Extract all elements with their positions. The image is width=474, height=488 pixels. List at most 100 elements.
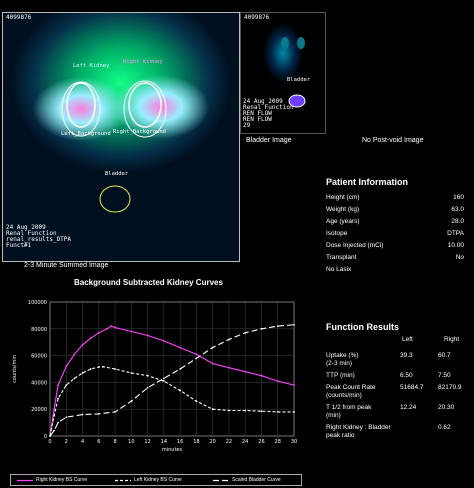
patient-info-row: Height (cm) 160 xyxy=(326,192,464,204)
legend-item: Left Kidney BS Curve xyxy=(115,477,182,483)
data-point xyxy=(57,421,60,424)
function-result-label: TTP (min) xyxy=(326,372,355,379)
data-point xyxy=(260,374,263,377)
data-point xyxy=(146,334,149,337)
data-point xyxy=(228,409,230,412)
data-point xyxy=(110,325,112,328)
data-point xyxy=(73,353,76,356)
summed-kidney-image: 4099876 Left Kidney Right Kidney Left_Ba… xyxy=(2,12,240,262)
function-results-table: Uptake (%) (2-3 min) 39.3 60.7 TTP (min) 6.5… xyxy=(326,352,466,444)
function-result-row: Uptake (%) (2-3 min) 39.3 60.7 xyxy=(326,352,466,372)
data-point xyxy=(81,343,84,346)
function-result-label: Uptake (%) (2-3 min) xyxy=(326,352,359,367)
data-point xyxy=(53,429,55,432)
patient-info-table: Height (cm) 160 Weight (kg) 63.0 Age (years)… xyxy=(326,192,464,276)
legend-item: Right Kidney BS Curve xyxy=(17,477,87,483)
x-tick-label: 14 xyxy=(161,439,167,445)
patient-info-label: Isotope xyxy=(326,230,348,237)
left-background-label: Left_Background xyxy=(61,131,111,137)
legend-swatch xyxy=(115,479,131,481)
data-point xyxy=(276,380,279,382)
data-point xyxy=(65,416,68,419)
data-point xyxy=(97,412,100,415)
y-tick-label: 60000 xyxy=(31,354,47,360)
legend-label: Left Kidney BS Curve xyxy=(134,477,182,483)
data-point xyxy=(114,410,116,413)
patient-info-label: Weight (kg) xyxy=(326,206,360,213)
x-tick-label: 18 xyxy=(193,439,199,445)
function-result-left: 51684.7 xyxy=(400,384,424,391)
function-result-label: Peak Count Rate (counts/min) xyxy=(326,384,376,399)
function-result-right: 0.62 xyxy=(438,424,451,431)
data-point xyxy=(65,384,68,386)
bladder-image-info: 24 Aug 2009 Renal Function REN FLOW REN … xyxy=(243,99,294,129)
col-left-header: Left xyxy=(402,336,413,343)
data-point xyxy=(162,377,165,380)
patient-info-label: Age (years) xyxy=(326,218,360,225)
right-kidney-roi xyxy=(128,82,162,128)
y-tick-label: 0 xyxy=(44,434,47,440)
data-point xyxy=(73,377,76,380)
data-point xyxy=(53,408,55,411)
legend-label: Scaled Bladder Curve xyxy=(232,477,281,483)
data-point xyxy=(81,372,84,374)
legend-label: Right Kidney BS Curve xyxy=(36,477,88,483)
x-tick-label: 30 xyxy=(291,439,297,445)
function-result-left: 39.3 xyxy=(400,352,413,359)
patient-info-row: Dose Injected (mCi) 10.00 xyxy=(326,240,464,252)
data-point xyxy=(195,357,198,360)
data-point xyxy=(114,368,116,370)
patient-info-value: 63.0 xyxy=(451,206,464,213)
patient-info-value: No xyxy=(455,254,464,261)
bladder-image-caption: Bladder Image xyxy=(246,137,292,144)
patient-info-title: Patient Information xyxy=(326,177,409,187)
main-image-caption: 2-3 Minute Summed Image xyxy=(24,262,109,269)
function-result-label: Right Kidney : Bladder peak ratio xyxy=(326,424,391,439)
patient-info-row: Weight (kg) 63.0 xyxy=(326,204,464,216)
patient-info-label: Dose Injected (mCi) xyxy=(326,242,384,249)
function-result-right: 82170.9 xyxy=(438,384,462,391)
main-image-info: 24 Aug 2009 Renal Function renal_results… xyxy=(6,225,71,249)
y-tick-label: 80000 xyxy=(31,327,47,333)
data-point xyxy=(49,435,51,437)
y-tick-label: 100000 xyxy=(28,300,47,306)
bladder-image-line5: 29 xyxy=(243,122,251,129)
function-result-right: 7.50 xyxy=(438,372,451,379)
data-point xyxy=(260,327,263,330)
bladder-label: Bladder xyxy=(105,171,129,177)
data-point xyxy=(130,400,133,403)
x-tick-label: 20 xyxy=(209,439,215,445)
data-point xyxy=(244,331,247,334)
bladder-roi xyxy=(99,185,131,213)
patient-info-row: Isotope DTPA xyxy=(326,228,464,240)
data-point xyxy=(195,400,198,403)
x-axis-label: minutes xyxy=(162,447,183,453)
left-kidney-roi xyxy=(66,82,96,128)
data-point xyxy=(106,327,108,330)
data-point xyxy=(81,413,84,416)
function-result-left: 6.50 xyxy=(400,372,413,379)
function-results-header: Left Right xyxy=(326,336,466,346)
main-image-line4: Funct#1 xyxy=(6,242,32,249)
plot-area xyxy=(49,301,295,437)
legend-item: Scaled Bladder Curve xyxy=(213,477,281,483)
bladder-image: 4099876 Bladder 24 Aug 2009 Renal Functi… xyxy=(240,12,326,134)
data-point xyxy=(276,325,279,328)
data-point xyxy=(97,331,100,334)
legend-swatch xyxy=(17,479,33,481)
data-point xyxy=(211,408,214,411)
data-point xyxy=(130,330,133,333)
x-tick-label: 16 xyxy=(177,439,183,445)
data-point xyxy=(146,386,149,389)
patient-info-label: Transplant xyxy=(326,254,357,261)
data-point xyxy=(101,365,104,368)
data-point xyxy=(260,410,263,413)
patient-info-value: DTPA xyxy=(447,230,464,237)
x-tick-label: 24 xyxy=(242,439,248,445)
chart-title: Background Subtracted Kidney Curves xyxy=(74,278,223,287)
patient-info-value: 28.0 xyxy=(451,218,464,225)
data-point xyxy=(65,365,68,368)
function-results-title: Function Results xyxy=(326,322,400,332)
data-point xyxy=(97,366,100,368)
patient-info-value: 10.00 xyxy=(447,242,464,249)
